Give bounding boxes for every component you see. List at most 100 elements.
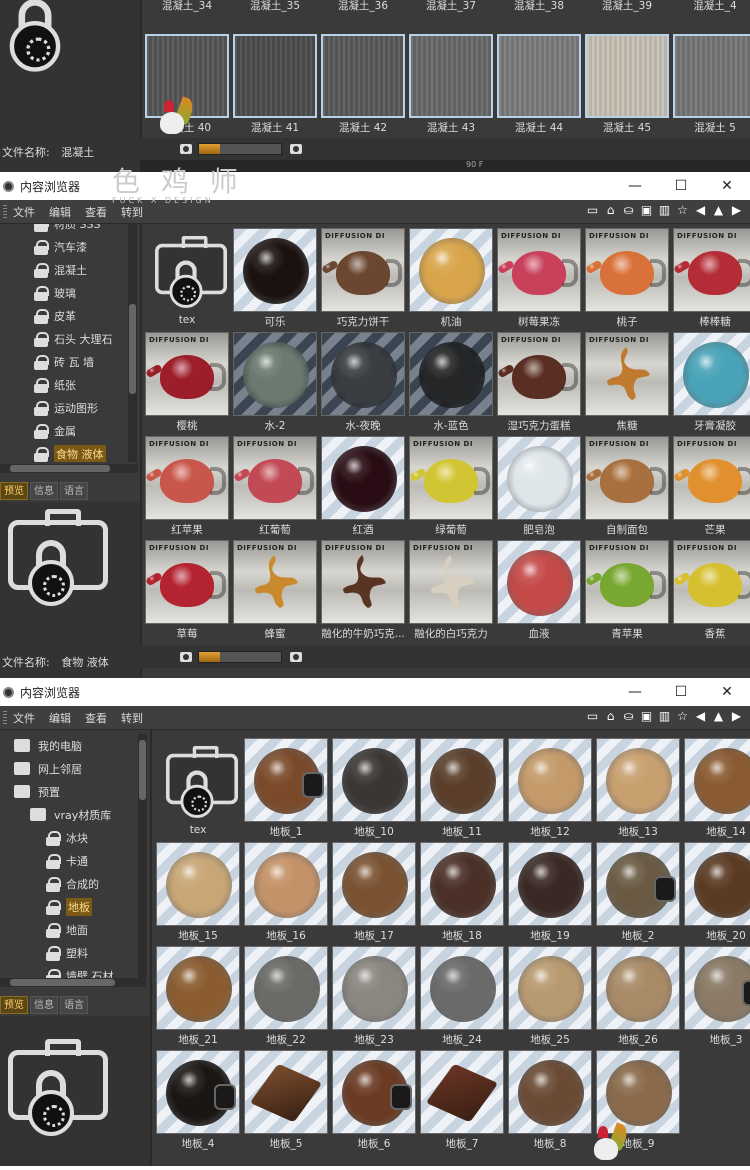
tree-item[interactable]: 玻璃 [0, 281, 128, 304]
tab-info[interactable]: 信息 [30, 996, 58, 1014]
tree-item[interactable]: 我的电脑 [0, 734, 138, 757]
material-thumbnail[interactable]: 混凝土_4 [673, 0, 750, 12]
tree-item[interactable]: 塑料 [0, 941, 138, 964]
tree-item[interactable]: vray材质库 [0, 803, 138, 826]
material-thumbnail[interactable]: 地板_1 [244, 738, 328, 838]
material-thumbnail[interactable]: 混凝土_39 [585, 0, 669, 12]
material-thumbnail[interactable]: 地板_14 [684, 738, 750, 838]
material-thumbnail[interactable]: 地板_25 [508, 946, 592, 1046]
material-thumbnail[interactable]: tex [145, 228, 229, 328]
edit-icon[interactable]: ▭ [585, 203, 600, 218]
material-thumbnail[interactable]: 混凝土_37 [409, 0, 493, 12]
material-thumbnail[interactable]: 地板_4 [156, 1050, 240, 1150]
material-thumbnail[interactable]: 地板_3 [684, 946, 750, 1046]
preset-icon[interactable]: ⛀ [621, 203, 636, 218]
menu-edit[interactable]: 编辑 [49, 710, 71, 726]
tree-horizontal-scrollbar[interactable] [0, 978, 146, 987]
material-thumbnail[interactable]: 混凝土 5 [673, 34, 750, 134]
up-icon[interactable]: ▲ [711, 203, 726, 218]
material-thumbnail[interactable]: 樱桃 [145, 332, 229, 432]
menu-file[interactable]: 文件 [13, 710, 35, 726]
up-icon[interactable]: ▲ [711, 709, 726, 724]
material-thumbnail[interactable]: 蜂蜜 [233, 540, 317, 640]
small-view-icon[interactable] [180, 144, 192, 154]
material-thumbnail[interactable]: 血液 [497, 540, 581, 640]
material-thumbnail[interactable]: 水-夜晚 [321, 332, 405, 432]
tree-item[interactable]: 皮革 [0, 304, 128, 327]
material-thumbnail[interactable]: 地板_10 [332, 738, 416, 838]
material-thumbnail[interactable]: 青苹果 [585, 540, 669, 640]
tree-item[interactable]: 网上邻居 [0, 757, 138, 780]
material-thumbnail[interactable]: 混凝土_36 [321, 0, 405, 12]
material-thumbnail[interactable]: 地板_2 [596, 842, 680, 942]
material-thumbnail[interactable]: 牙膏凝胶 [673, 332, 750, 432]
tab-language[interactable]: 语言 [60, 996, 88, 1014]
tree-item[interactable]: 运动图形 [0, 396, 128, 419]
material-thumbnail[interactable]: 地板_13 [596, 738, 680, 838]
material-thumbnail[interactable]: 机油 [409, 228, 493, 328]
tree-item[interactable]: 合成的 [0, 872, 138, 895]
material-thumbnail[interactable]: 混凝土 42 [321, 34, 405, 134]
book-icon[interactable]: ▥ [657, 203, 672, 218]
tab-info[interactable]: 信息 [30, 482, 58, 500]
material-thumbnail[interactable]: 水-蓝色 [409, 332, 493, 432]
tree-item[interactable]: 食物 液体 [0, 442, 128, 462]
material-thumbnail[interactable]: 红葡萄 [233, 436, 317, 536]
star-icon[interactable]: ☆ [675, 203, 690, 218]
material-thumbnail[interactable]: 混凝土_35 [233, 0, 317, 12]
minimize-button[interactable]: — [612, 684, 658, 700]
tab-preview[interactable]: 预览 [0, 482, 28, 500]
menu-goto[interactable]: 转到 [121, 204, 143, 220]
tree-item[interactable]: 材质 SSS [0, 224, 128, 235]
material-thumbnail[interactable]: 湿巧克力蛋糕 [497, 332, 581, 432]
material-thumbnail[interactable]: 可乐 [233, 228, 317, 328]
home-icon[interactable]: ⌂ [603, 203, 618, 218]
material-thumbnail[interactable]: 树莓果冻 [497, 228, 581, 328]
material-thumbnail[interactable]: 混凝土_38 [497, 0, 581, 12]
menu-view[interactable]: 查看 [85, 204, 107, 220]
tree-item[interactable]: 地面 [0, 918, 138, 941]
material-thumbnail[interactable]: 地板_16 [244, 842, 328, 942]
material-thumbnail[interactable]: 肥皂泡 [497, 436, 581, 536]
tree-item[interactable]: 卡通 [0, 849, 138, 872]
tree-vertical-scrollbar[interactable] [138, 734, 147, 978]
tree-item[interactable]: 冰块 [0, 826, 138, 849]
material-thumbnail[interactable]: 混凝土 41 [233, 34, 317, 134]
tree-item[interactable]: 砖 瓦 墙 [0, 350, 128, 373]
tree-item[interactable]: 纸张 [0, 373, 128, 396]
material-thumbnail[interactable]: 地板_11 [420, 738, 504, 838]
tree-item[interactable]: 汽车漆 [0, 235, 128, 258]
folder-icon[interactable]: ▣ [639, 709, 654, 724]
material-thumbnail[interactable]: 绿葡萄 [409, 436, 493, 536]
material-thumbnail[interactable]: 地板_8 [508, 1050, 592, 1150]
material-thumbnail[interactable]: 地板_22 [244, 946, 328, 1046]
material-thumbnail[interactable]: 地板_20 [684, 842, 750, 942]
material-thumbnail[interactable]: tex [156, 738, 240, 838]
tree-item[interactable]: 墙壁 石材 [0, 964, 138, 978]
material-thumbnail[interactable]: 地板_19 [508, 842, 592, 942]
star-icon[interactable]: ☆ [675, 709, 690, 724]
menu-edit[interactable]: 编辑 [49, 204, 71, 220]
material-thumbnail[interactable]: 水-2 [233, 332, 317, 432]
material-thumbnail[interactable]: 草莓 [145, 540, 229, 640]
tab-preview[interactable]: 预览 [0, 996, 28, 1014]
tree-item[interactable]: 地板 [0, 895, 138, 918]
material-thumbnail[interactable]: 混凝土 43 [409, 34, 493, 134]
tree-item[interactable]: 混凝土 [0, 258, 128, 281]
forward-icon[interactable]: ▶ [729, 709, 744, 724]
small-view-icon[interactable] [180, 652, 192, 662]
minimize-button[interactable]: — [612, 178, 658, 194]
material-thumbnail[interactable]: 地板_17 [332, 842, 416, 942]
tree-item[interactable]: 石头 大理石 [0, 327, 128, 350]
back-icon[interactable]: ◀ [693, 709, 708, 724]
home-icon[interactable]: ⌂ [603, 709, 618, 724]
large-view-icon[interactable] [290, 652, 302, 662]
material-thumbnail[interactable]: 地板_26 [596, 946, 680, 1046]
large-view-icon[interactable] [290, 144, 302, 154]
tree-item[interactable]: 金属 [0, 419, 128, 442]
back-icon[interactable]: ◀ [693, 203, 708, 218]
material-thumbnail[interactable]: 地板_7 [420, 1050, 504, 1150]
material-thumbnail[interactable]: 桃子 [585, 228, 669, 328]
material-thumbnail[interactable]: 地板_5 [244, 1050, 328, 1150]
edit-icon[interactable]: ▭ [585, 709, 600, 724]
